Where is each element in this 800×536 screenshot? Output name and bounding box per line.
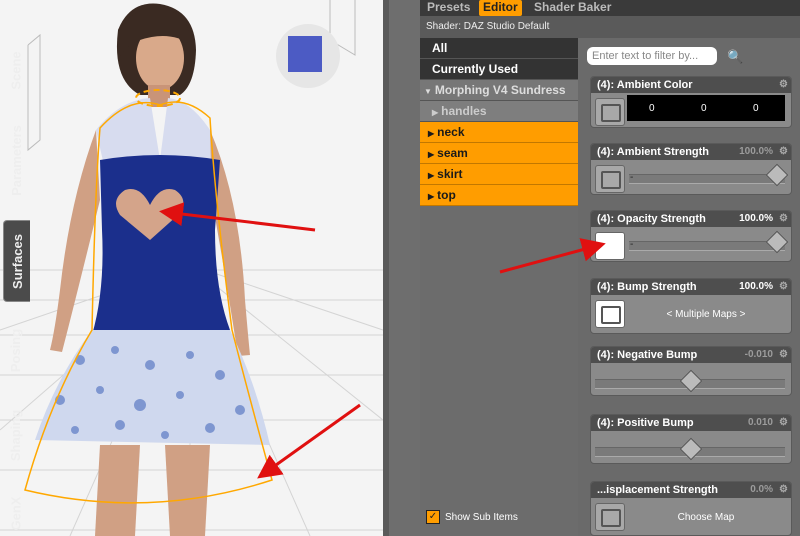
3d-viewport[interactable]: [0, 0, 383, 536]
expand-right-icon[interactable]: ▶: [428, 192, 434, 201]
side-tab-parameters[interactable]: Parameters: [3, 110, 29, 210]
map-thumbnail[interactable]: [595, 232, 625, 260]
prop-ambient-color[interactable]: (4): Ambient Color ⚙ 0 0 0: [590, 76, 792, 128]
color-swatch[interactable]: 0 0 0: [627, 95, 785, 121]
expand-right-icon[interactable]: ▶: [428, 171, 434, 180]
slider-minus-icon: -: [630, 172, 634, 183]
side-tab-surfaces[interactable]: Surfaces: [3, 220, 30, 302]
map-thumbnail[interactable]: [595, 165, 625, 193]
tree-item-all[interactable]: All: [420, 38, 578, 59]
expand-down-icon[interactable]: ▼: [424, 87, 432, 96]
strength-slider[interactable]: [629, 241, 785, 251]
prop-opacity-strength[interactable]: (4): Opacity Strength 100.0% ⚙ -: [590, 210, 792, 262]
side-tab-bar: [389, 0, 420, 536]
filter-input[interactable]: Enter text to filter by...: [587, 47, 717, 65]
map-thumbnail[interactable]: [595, 503, 625, 531]
viewport-scene: [0, 0, 383, 536]
view-cube: [288, 36, 322, 72]
tree-item-skirt[interactable]: ▶ skirt: [420, 164, 578, 185]
prop-bump-strength[interactable]: (4): Bump Strength 100.0% ⚙ < Multiple Map…: [590, 278, 792, 334]
gear-icon[interactable]: ⚙: [779, 211, 788, 227]
gear-icon[interactable]: ⚙: [779, 77, 788, 93]
checkbox-checked-icon[interactable]: ✓: [426, 510, 440, 524]
gear-icon[interactable]: ⚙: [779, 482, 788, 498]
prop-negative-bump[interactable]: (4): Negative Bump -0.010 ⚙: [590, 346, 792, 396]
prop-displacement-strength[interactable]: ...isplacement Strength 0.0% ⚙ Choose Map: [590, 481, 792, 536]
surface-tree: All Currently Used ▼ Morphing V4 Sundress…: [420, 38, 578, 536]
slider-minus-icon: -: [630, 239, 634, 250]
strength-slider[interactable]: [629, 174, 785, 184]
map-thumbnail[interactable]: [595, 300, 625, 328]
tab-shader-baker[interactable]: Shader Baker: [530, 0, 615, 16]
side-tab-genx[interactable]: GenX: [3, 490, 29, 536]
gear-icon[interactable]: ⚙: [779, 347, 788, 363]
choose-map-label[interactable]: Choose Map: [631, 512, 781, 523]
show-sub-items-toggle[interactable]: ✓ Show Sub Items: [426, 510, 518, 524]
tab-editor[interactable]: Editor: [479, 0, 522, 16]
expand-right-icon[interactable]: ▶: [428, 150, 434, 159]
expand-right-icon[interactable]: ▶: [428, 129, 434, 138]
tab-presets[interactable]: Presets: [423, 0, 474, 16]
shader-label: Shader: DAZ Studio Default: [420, 16, 800, 38]
tree-item-neck[interactable]: ▶ neck: [420, 122, 578, 143]
gear-icon[interactable]: ⚙: [779, 144, 788, 160]
side-tab-scene[interactable]: Scene: [3, 40, 29, 100]
map-thumbnail[interactable]: [595, 98, 625, 126]
tree-item-currently-used[interactable]: Currently Used: [420, 59, 578, 80]
multiple-maps-label[interactable]: < Multiple Maps >: [631, 309, 781, 320]
tree-item-top[interactable]: ▶ top: [420, 185, 578, 206]
gear-icon[interactable]: ⚙: [779, 279, 788, 295]
search-icon[interactable]: 🔍: [727, 49, 743, 65]
gear-icon[interactable]: ⚙: [779, 415, 788, 431]
tree-group-morphing-sundress[interactable]: ▼ Morphing V4 Sundress: [420, 80, 578, 101]
tree-item-seam[interactable]: ▶ seam: [420, 143, 578, 164]
tree-item-handles[interactable]: ▶ handles: [420, 101, 578, 122]
prop-ambient-strength[interactable]: (4): Ambient Strength 100.0% ⚙ -: [590, 143, 792, 195]
expand-right-icon[interactable]: ▶: [432, 108, 438, 117]
side-tab-shaping[interactable]: Shaping: [3, 400, 29, 470]
prop-positive-bump[interactable]: (4): Positive Bump 0.010 ⚙: [590, 414, 792, 464]
side-tab-posing[interactable]: Posing: [3, 320, 29, 380]
